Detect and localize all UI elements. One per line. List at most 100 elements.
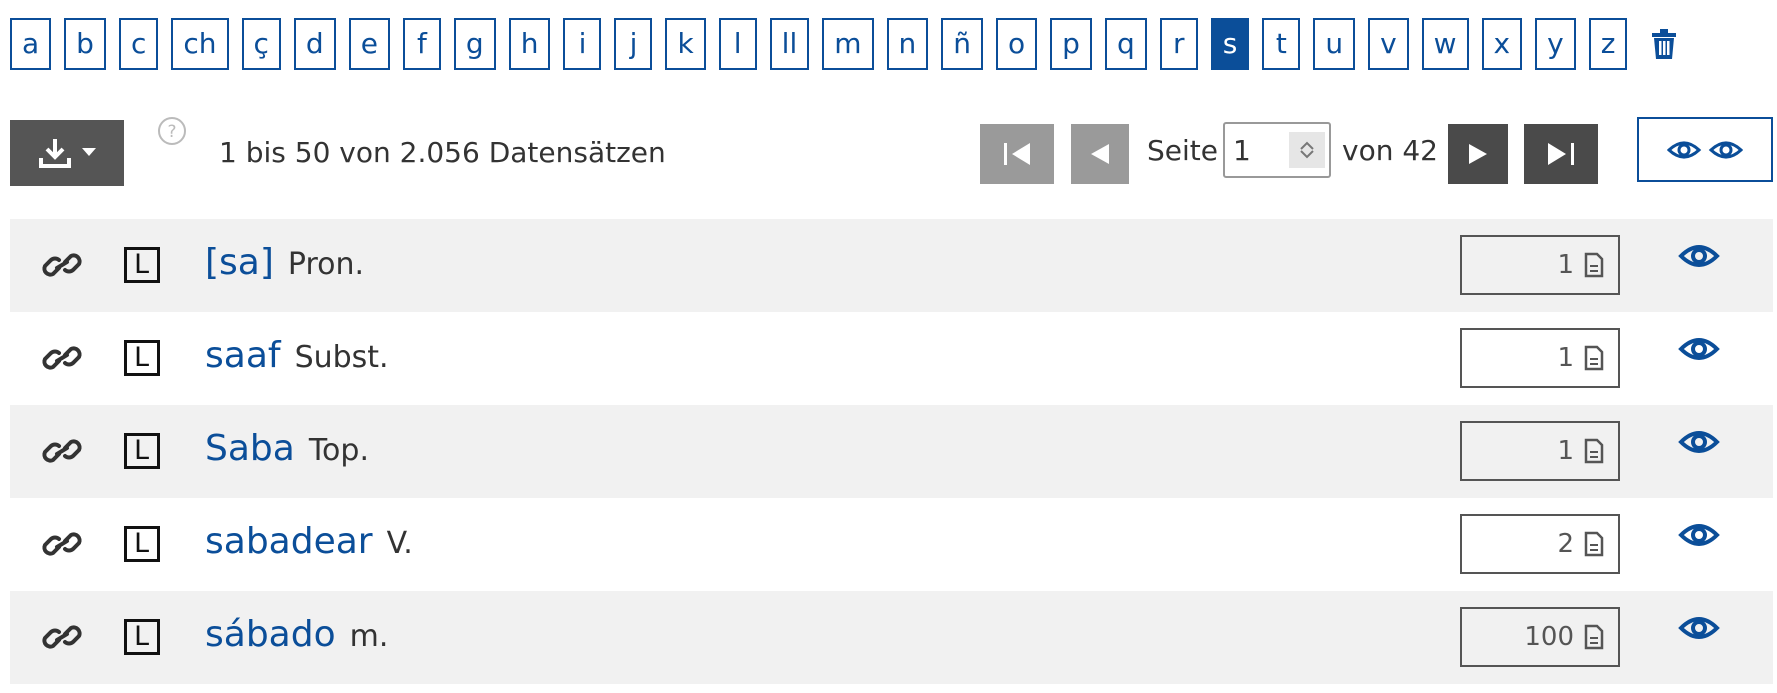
- occurrence-count[interactable]: 2: [1460, 514, 1620, 574]
- lemma-type-badge: L: [124, 433, 160, 469]
- letter-w[interactable]: w: [1421, 18, 1469, 70]
- next-page-icon: [1469, 144, 1487, 164]
- letter-f[interactable]: f: [402, 18, 441, 70]
- letter-y[interactable]: y: [1535, 18, 1576, 70]
- letter-x[interactable]: x: [1481, 18, 1523, 70]
- chevron-down-icon: [1300, 150, 1314, 159]
- occurrence-count[interactable]: 1: [1460, 421, 1620, 481]
- page-number-input[interactable]: 1: [1223, 122, 1331, 178]
- lemma-text[interactable]: sábado: [205, 614, 336, 655]
- lemma-link[interactable]: sabadear V.: [205, 521, 413, 562]
- link-icon[interactable]: [42, 619, 82, 655]
- occurrence-count[interactable]: 1: [1460, 235, 1620, 295]
- letter-u[interactable]: u: [1313, 18, 1356, 70]
- letter-ll[interactable]: ll: [769, 18, 810, 70]
- eye-icon[interactable]: [1678, 425, 1720, 459]
- list-item: L sabadear V. 2: [10, 498, 1773, 591]
- letter-h[interactable]: h: [508, 18, 551, 70]
- page-spinner[interactable]: [1289, 132, 1325, 168]
- link-icon[interactable]: [42, 247, 82, 283]
- lemma-link[interactable]: [sa] Pron.: [205, 242, 364, 283]
- letter-b[interactable]: b: [64, 18, 106, 70]
- letter-s[interactable]: s: [1210, 18, 1250, 70]
- letter-z[interactable]: z: [1588, 18, 1628, 70]
- lemma-type-badge: L: [124, 526, 160, 562]
- double-eye-icon: [1667, 141, 1743, 158]
- prev-page-icon: [1091, 144, 1109, 164]
- letter-k[interactable]: k: [665, 18, 706, 70]
- occurrence-count[interactable]: 100: [1460, 607, 1620, 667]
- link-icon[interactable]: [42, 526, 82, 562]
- letter-a[interactable]: a: [10, 18, 52, 70]
- lemma-link[interactable]: Saba Top.: [205, 428, 369, 469]
- eye-icon[interactable]: [1678, 611, 1720, 645]
- list-item: L Saba Top. 1: [10, 405, 1773, 498]
- lemma-text[interactable]: sabadear: [205, 521, 373, 562]
- count-value: 100: [1524, 622, 1574, 652]
- list-item: L [sa] Pron. 1: [10, 219, 1773, 312]
- letter-p[interactable]: p: [1050, 18, 1092, 70]
- part-of-speech: Pron.: [287, 247, 365, 282]
- letter-n-tilde[interactable]: ñ: [941, 18, 984, 70]
- page-label: Seite: [1147, 134, 1218, 167]
- count-value: 1: [1557, 343, 1574, 373]
- lemma-text[interactable]: Saba: [205, 428, 295, 469]
- letter-g[interactable]: g: [453, 18, 496, 70]
- lemma-link[interactable]: sábado m.: [205, 614, 388, 655]
- letter-m[interactable]: m: [822, 18, 874, 70]
- letter-v[interactable]: v: [1368, 18, 1409, 70]
- lemma-text[interactable]: [sa]: [205, 242, 274, 283]
- count-value: 2: [1557, 529, 1574, 559]
- lemma-type-badge: L: [124, 247, 160, 283]
- part-of-speech: V.: [386, 526, 413, 561]
- link-icon[interactable]: [42, 433, 82, 469]
- list-item: L sábado m. 100: [10, 591, 1773, 684]
- letter-n[interactable]: n: [886, 18, 929, 70]
- next-page-button[interactable]: [1448, 124, 1508, 184]
- toggle-all-details-button[interactable]: [1637, 117, 1773, 182]
- count-value: 1: [1557, 250, 1574, 280]
- help-circle-icon[interactable]: ?: [157, 116, 187, 150]
- letter-r[interactable]: r: [1159, 18, 1198, 70]
- letter-e[interactable]: e: [348, 18, 390, 70]
- letter-q[interactable]: q: [1104, 18, 1147, 70]
- letter-t[interactable]: t: [1262, 18, 1301, 70]
- total-pages-label: von 42: [1342, 134, 1438, 167]
- occurrence-count[interactable]: 1: [1460, 328, 1620, 388]
- prev-page-button[interactable]: [1071, 124, 1129, 184]
- list-item: L saaf Subst. 1: [10, 312, 1773, 405]
- chevron-up-icon: [1300, 141, 1314, 150]
- last-page-icon: [1548, 143, 1574, 165]
- letter-o[interactable]: o: [996, 18, 1038, 70]
- lemma-link[interactable]: saaf Subst.: [205, 335, 389, 376]
- first-page-button[interactable]: [980, 124, 1054, 184]
- document-icon: [1584, 345, 1604, 371]
- eye-icon[interactable]: [1678, 518, 1720, 552]
- svg-text:?: ?: [167, 122, 176, 142]
- lemma-type-badge: L: [124, 340, 160, 376]
- letter-j[interactable]: j: [614, 18, 653, 70]
- part-of-speech: Subst.: [294, 340, 389, 375]
- count-value: 1: [1557, 436, 1574, 466]
- download-button[interactable]: [10, 120, 124, 186]
- caret-down-icon: [82, 148, 96, 156]
- trash-icon[interactable]: [1650, 18, 1678, 70]
- letter-l[interactable]: l: [718, 18, 757, 70]
- last-page-button[interactable]: [1524, 124, 1598, 184]
- record-count: 1 bis 50 von 2.056 Datensätzen: [219, 136, 666, 169]
- part-of-speech: Top.: [308, 433, 369, 468]
- letter-c[interactable]: c: [118, 18, 159, 70]
- eye-icon[interactable]: [1678, 332, 1720, 366]
- letter-d[interactable]: d: [293, 18, 336, 70]
- letter-c-cedilla[interactable]: ç: [241, 18, 281, 70]
- page-number-value: 1: [1233, 133, 1251, 167]
- letter-i[interactable]: i: [563, 18, 602, 70]
- letter-ch[interactable]: ch: [171, 18, 229, 70]
- document-icon: [1584, 438, 1604, 464]
- alphabet-filter: a b c ch ç d e f g h i j k l ll m n ñ o …: [10, 18, 1678, 70]
- link-icon[interactable]: [42, 340, 82, 376]
- eye-icon[interactable]: [1678, 239, 1720, 273]
- document-icon: [1584, 252, 1604, 278]
- lemma-text[interactable]: saaf: [205, 335, 281, 376]
- first-page-icon: [1004, 143, 1030, 165]
